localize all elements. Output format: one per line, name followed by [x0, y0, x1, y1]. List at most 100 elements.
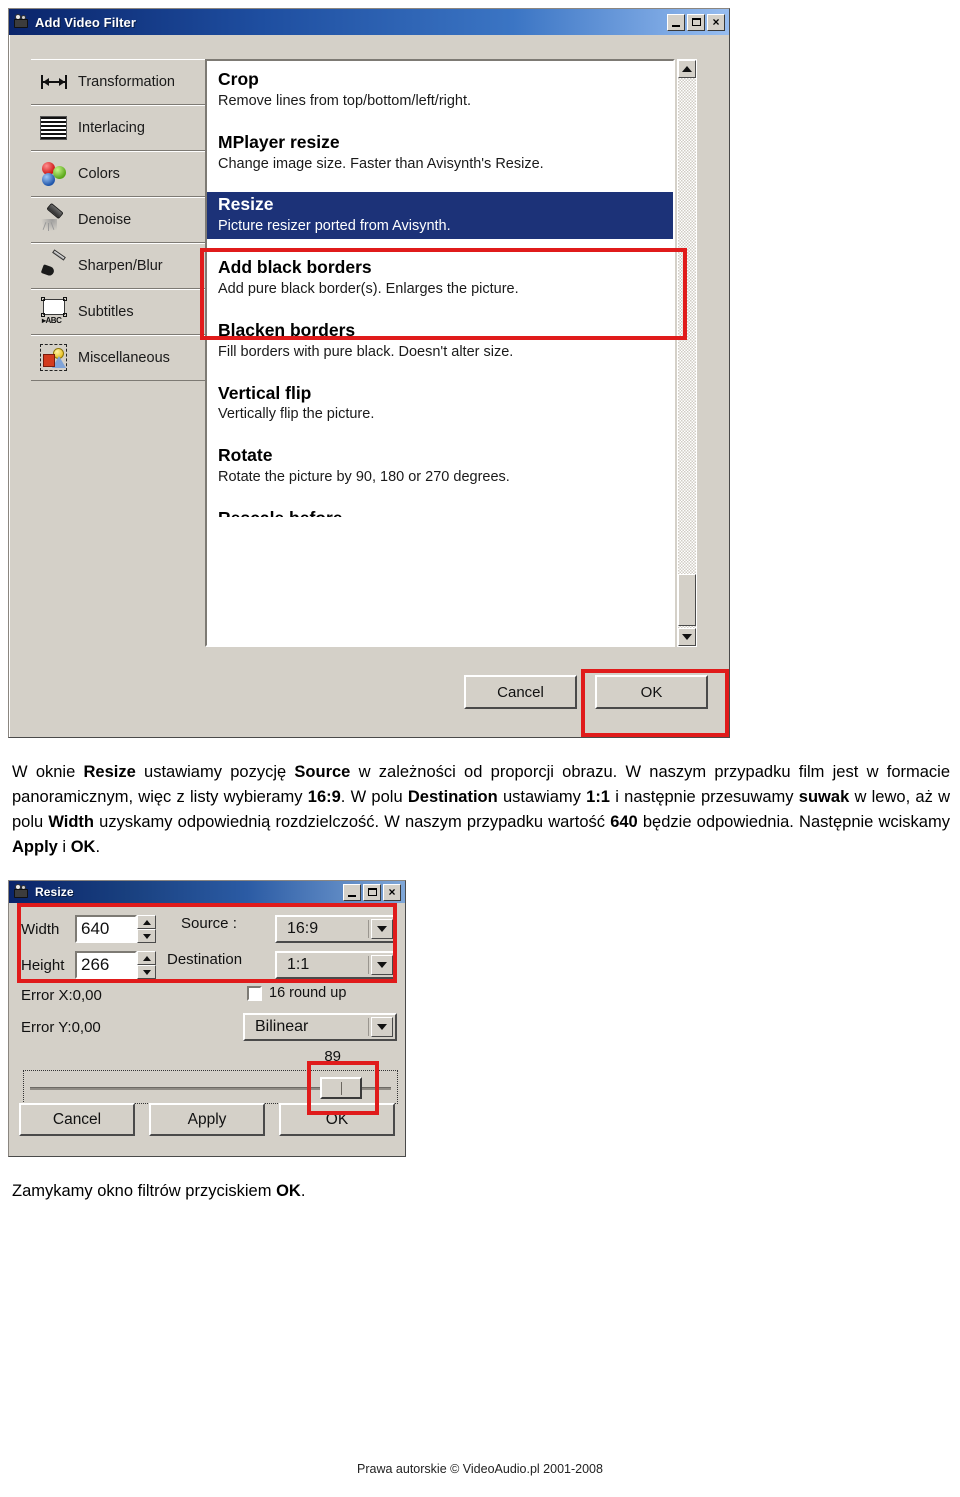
scroll-thumb[interactable] [678, 574, 696, 626]
resize-apply-label: Apply [187, 1110, 227, 1128]
height-spin-buttons[interactable] [137, 951, 156, 979]
sidebar-label: Miscellaneous [78, 350, 170, 366]
round-up-checkbox[interactable] [247, 985, 262, 1001]
sidebar-item-subtitles[interactable]: ▸ABC Subtitles [31, 289, 207, 335]
filter-list-item[interactable]: Blacken borders Fill borders with pure b… [214, 318, 673, 365]
filter-list-item-selected[interactable]: Resize Picture resizer ported from Avisy… [207, 192, 673, 240]
height-decrement-button[interactable] [137, 965, 156, 979]
scroll-up-button[interactable] [678, 60, 696, 78]
sidebar-item-colors[interactable]: Colors [31, 151, 207, 197]
resize-window-title: Resize [35, 885, 74, 899]
minimize-button[interactable] [667, 13, 685, 31]
filter-name: Blacken borders [218, 319, 356, 340]
filter-name: Rotate [218, 445, 273, 466]
resize-cancel-button[interactable]: Cancel [19, 1103, 135, 1136]
resize-ok-button[interactable]: OK [279, 1103, 395, 1136]
closing-sentence: Zamykamy okno filtrów przyciskiem OK. [12, 1182, 306, 1200]
caret-down-icon [142, 969, 151, 975]
filter-description: Add pure black border(s). Enlarges the p… [218, 281, 519, 298]
category-sidebar: Transformation Interlacing Colors Denois… [31, 59, 207, 381]
filter-list-item[interactable]: Vertical flip Vertically flip the pictur… [214, 381, 673, 428]
chevron-down-icon [377, 926, 387, 932]
filter-name: Resize [218, 194, 274, 215]
add-video-filter-window: Add Video Filter × Transformation Interl… [8, 8, 730, 738]
caret-up-icon [682, 66, 692, 72]
width-spin-buttons[interactable] [137, 915, 156, 943]
sidebar-item-transformation[interactable]: Transformation [31, 59, 207, 105]
destination-value: 1:1 [287, 956, 310, 973]
window-controls: × [667, 13, 727, 31]
sidebar-item-sharpen-blur[interactable]: Sharpen/Blur [31, 243, 207, 289]
minimize-button[interactable] [343, 883, 361, 901]
width-decrement-button[interactable] [137, 929, 156, 943]
destination-dropdown-arrow[interactable] [371, 955, 393, 975]
filter-list[interactable]: Crop Remove lines from top/bottom/left/r… [205, 59, 675, 647]
sidebar-label: Colors [78, 166, 120, 182]
round-up-checkbox-row[interactable]: 16 round up [247, 985, 346, 1001]
color-spheres-icon [39, 159, 69, 189]
source-dropdown[interactable]: 16:9 [275, 915, 397, 943]
slider-thumb[interactable] [320, 1077, 362, 1099]
destination-label: Destination [167, 951, 243, 968]
maximize-button[interactable] [687, 13, 705, 31]
resize-titlebar: Resize × [9, 881, 405, 903]
caret-up-icon [142, 955, 151, 961]
width-row: Width 640 [21, 915, 156, 943]
filter-description: Remove lines from top/bottom/left/right. [218, 92, 472, 109]
resize-body: Width 640 Source : 16:9 Height 266 Desti… [9, 903, 405, 1156]
sidebar-item-denoise[interactable]: Denoise [31, 197, 207, 243]
caret-down-icon [142, 933, 151, 939]
resize-cancel-label: Cancel [52, 1110, 102, 1128]
destination-dropdown[interactable]: 1:1 [275, 951, 397, 979]
width-input[interactable]: 640 [75, 915, 137, 943]
shapes-selection-icon [39, 343, 69, 373]
filter-name: MPlayer resize [218, 131, 340, 152]
filter-list-item[interactable]: Crop Remove lines from top/bottom/left/r… [214, 67, 673, 114]
source-dropdown-arrow[interactable] [371, 919, 393, 939]
scroll-track[interactable] [678, 78, 696, 628]
dialog-buttons: Cancel OK [464, 675, 708, 709]
error-y-value: Error Y:0,00 [21, 1019, 101, 1036]
maximize-button[interactable] [363, 883, 381, 901]
sidebar-item-interlacing[interactable]: Interlacing [31, 105, 207, 151]
filter-list-item[interactable]: Rotate Rotate the picture by 90, 180 or … [214, 443, 673, 490]
width-stepper[interactable]: 640 [75, 915, 156, 943]
sidebar-label: Denoise [78, 212, 132, 228]
filter-description: Picture resizer ported from Avisynth. [218, 218, 451, 235]
close-button[interactable]: × [707, 13, 725, 31]
height-label: Height [21, 956, 65, 974]
ok-label: OK [640, 683, 663, 701]
sidebar-item-miscellaneous[interactable]: Miscellaneous [31, 335, 207, 381]
height-increment-button[interactable] [137, 951, 156, 965]
source-value: 16:9 [287, 920, 319, 937]
filter-list-item[interactable]: Add black borders Add pure black border(… [214, 255, 673, 302]
filter-name: Add black borders [218, 257, 372, 278]
scroll-down-button[interactable] [678, 628, 696, 646]
resize-window: Resize × Width 640 Source : 16:9 Height … [8, 880, 406, 1157]
ok-button[interactable]: OK [595, 675, 708, 709]
filter-name: Vertical flip [218, 382, 312, 403]
resize-apply-button[interactable]: Apply [149, 1103, 265, 1136]
list-scrollbar[interactable] [677, 59, 697, 647]
width-label: Width [21, 920, 60, 938]
source-label: Source : [181, 915, 237, 932]
close-button[interactable]: × [383, 883, 401, 901]
slider-value-label: 89 [324, 1048, 341, 1065]
video-camera-icon [13, 884, 30, 900]
filter-method-dropdown-arrow[interactable] [371, 1017, 393, 1037]
filter-list-item-partial[interactable]: Rescale before [214, 506, 673, 520]
chevron-down-icon [377, 1024, 387, 1030]
resize-ok-label: OK [325, 1110, 349, 1128]
copyright-footer: Prawa autorskie © VideoAudio.pl 2001-200… [357, 1462, 603, 1476]
resize-arrows-icon [39, 67, 69, 97]
sidebar-label: Sharpen/Blur [78, 258, 163, 274]
cancel-button[interactable]: Cancel [464, 675, 577, 709]
slider[interactable] [23, 1070, 398, 1104]
filter-list-item[interactable]: MPlayer resize Change image size. Faster… [214, 130, 673, 177]
height-input[interactable]: 266 [75, 951, 137, 979]
width-increment-button[interactable] [137, 915, 156, 929]
page-root: Add Video Filter × Transformation Interl… [0, 0, 960, 1497]
caret-up-icon [142, 919, 151, 925]
height-stepper[interactable]: 266 [75, 951, 156, 979]
filter-method-dropdown[interactable]: Bilinear [243, 1013, 397, 1041]
